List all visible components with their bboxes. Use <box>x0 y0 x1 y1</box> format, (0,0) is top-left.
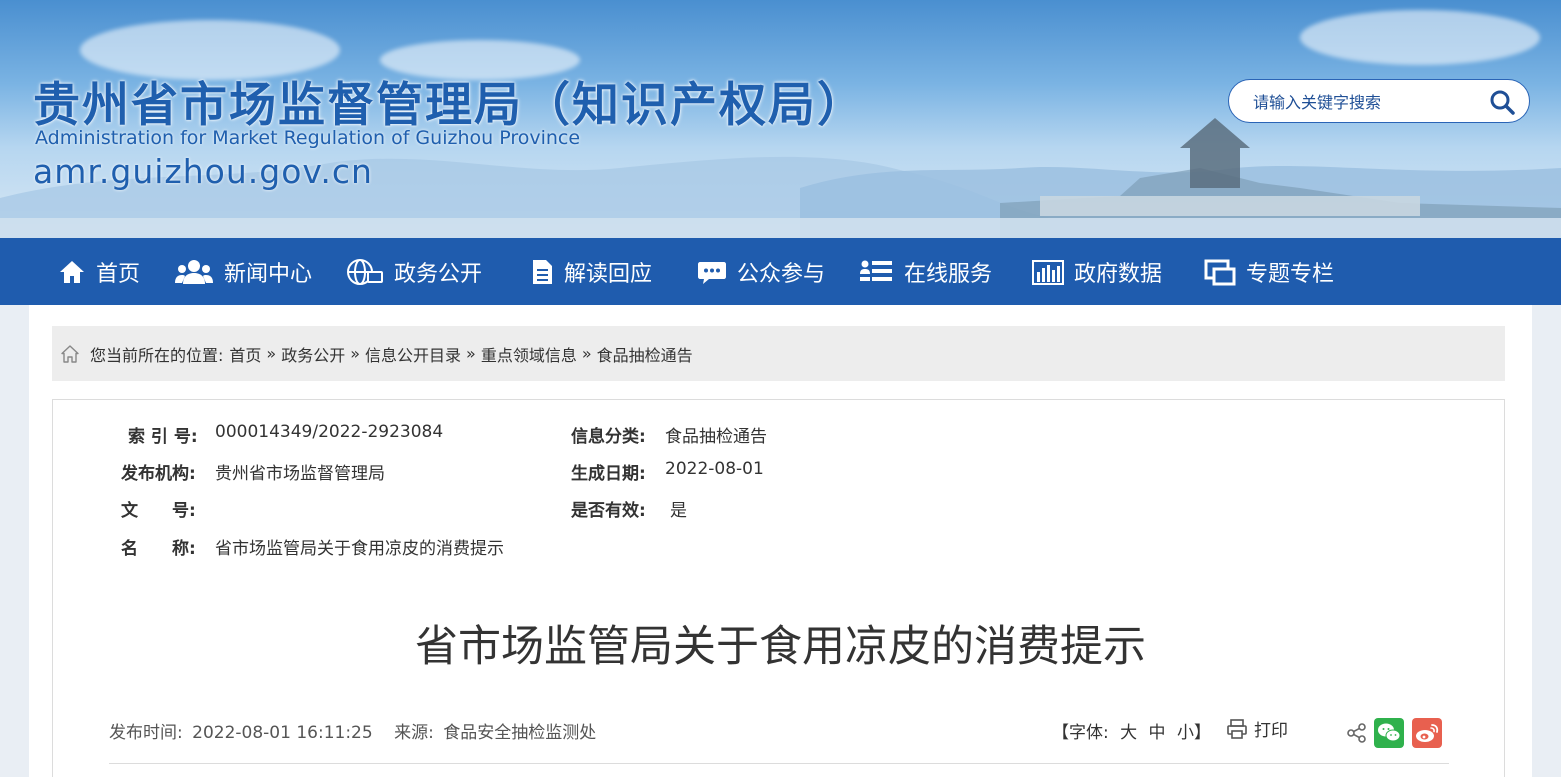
search-icon[interactable] <box>1489 89 1515 115</box>
nav-item-interpretation[interactable]: 解读回应 <box>530 238 652 305</box>
share-icon[interactable] <box>1346 722 1368 744</box>
publish-info: 发布时间: 2022-08-01 16:11:25 来源: 食品安全抽检监测处 <box>109 718 596 743</box>
home-icon <box>58 258 86 286</box>
font-size-control: 【字体: 大 中 小】 <box>1052 718 1211 743</box>
site-domain: amr.guizhou.gov.cn <box>33 152 373 191</box>
nav-item-home[interactable]: 首页 <box>58 238 140 305</box>
breadcrumb-item-home[interactable]: 首页 <box>229 342 261 366</box>
breadcrumb-item-key-areas[interactable]: 重点领域信息 <box>481 342 577 366</box>
source-label: 来源: <box>394 723 434 743</box>
nav-label: 解读回应 <box>564 261 653 287</box>
nav-item-gov-data[interactable]: 政府数据 <box>1032 238 1162 305</box>
font-size-large-button[interactable]: 大 <box>1120 723 1137 743</box>
site-title: 贵州省市场监督管理局（知识产权局） <box>33 78 866 133</box>
breadcrumb-item-gov-affairs[interactable]: 政务公开 <box>281 342 345 366</box>
search-box <box>1228 79 1530 123</box>
publish-time: 2022-08-01 16:11:25 <box>192 723 373 743</box>
nav-label: 首页 <box>96 261 141 287</box>
search-input[interactable] <box>1253 90 1483 114</box>
nav-item-gov-affairs[interactable]: 政务公开 <box>346 238 482 305</box>
name-label: 名 称: <box>121 539 196 559</box>
article-title: 省市场监管局关于食用凉皮的消费提示 <box>415 622 1146 672</box>
list-icon <box>860 258 894 286</box>
divider <box>109 763 1449 764</box>
bar-chart-icon <box>1032 258 1064 286</box>
nav-item-news[interactable]: 新闻中心 <box>174 238 312 305</box>
breadcrumb: 您当前所在的位置: 首页 » 政务公开 » 信息公开目录 » 重点领域信息 » … <box>52 326 1505 381</box>
cloud-decoration <box>1300 10 1540 65</box>
nav-label: 在线服务 <box>904 261 993 287</box>
site-subtitle: Administration for Market Regulation of … <box>35 127 581 149</box>
publish-time-label: 发布时间: <box>109 723 183 743</box>
date-value: 2022-08-01 <box>665 459 764 479</box>
publisher-label: 发布机构: <box>121 464 196 484</box>
publisher-value: 贵州省市场监督管理局 <box>215 464 385 484</box>
font-size-medium-button[interactable]: 中 <box>1149 723 1166 743</box>
source-value: 食品安全抽检监测处 <box>443 723 597 743</box>
nav-label: 政府数据 <box>1074 261 1163 287</box>
index-label: 索 引 号: <box>128 427 198 447</box>
breadcrumb-separator: » <box>350 344 361 363</box>
breadcrumb-prefix: 您当前所在的位置: <box>90 345 224 365</box>
weibo-share-button[interactable] <box>1412 718 1442 748</box>
name-value: 省市场监管局关于食用凉皮的消费提示 <box>215 539 504 559</box>
print-label: 打印 <box>1254 721 1288 741</box>
nav-label: 公众参与 <box>737 261 826 287</box>
weibo-icon <box>1416 724 1439 742</box>
category-value: 食品抽检通告 <box>665 427 767 447</box>
wechat-share-button[interactable] <box>1374 718 1404 748</box>
document-icon <box>530 258 554 286</box>
breadcrumb-separator: » <box>581 344 592 363</box>
nav-label: 专题专栏 <box>1246 261 1335 287</box>
doc-no-label: 文 号: <box>121 501 196 521</box>
printer-icon <box>1227 718 1247 739</box>
people-icon <box>174 258 214 286</box>
breadcrumb-item-catalog[interactable]: 信息公开目录 <box>365 342 461 366</box>
breadcrumb-item-food-inspection[interactable]: 食品抽检通告 <box>597 342 693 366</box>
globe-icon <box>346 258 384 286</box>
header-banner: 贵州省市场监督管理局（知识产权局） Administration for Mar… <box>0 0 1561 238</box>
chat-icon <box>697 258 727 286</box>
nav-label: 新闻中心 <box>224 261 313 287</box>
date-label: 生成日期: <box>571 464 646 484</box>
home-outline-icon <box>61 344 79 363</box>
font-size-small-button[interactable]: 小】 <box>1177 723 1211 743</box>
windows-icon <box>1204 258 1236 286</box>
wechat-icon <box>1378 723 1401 742</box>
font-size-label: 【字体: <box>1052 723 1109 743</box>
valid-value: 是 <box>670 501 687 521</box>
main-nav: 首页 新闻中心 政务公开 解读回应 公众参与 在线服务 政府数据 专题专栏 <box>0 238 1561 305</box>
nav-label: 政务公开 <box>394 261 483 287</box>
nav-item-special-topics[interactable]: 专题专栏 <box>1204 238 1334 305</box>
category-label: 信息分类: <box>571 427 646 447</box>
breadcrumb-separator: » <box>266 344 277 363</box>
nav-item-public-participation[interactable]: 公众参与 <box>697 238 825 305</box>
nav-item-online-services[interactable]: 在线服务 <box>860 238 992 305</box>
breadcrumb-separator: » <box>466 344 476 363</box>
valid-label: 是否有效: <box>571 501 646 521</box>
index-value: 000014349/2022-2923084 <box>215 422 444 442</box>
print-button[interactable]: 打印 <box>1226 716 1288 741</box>
